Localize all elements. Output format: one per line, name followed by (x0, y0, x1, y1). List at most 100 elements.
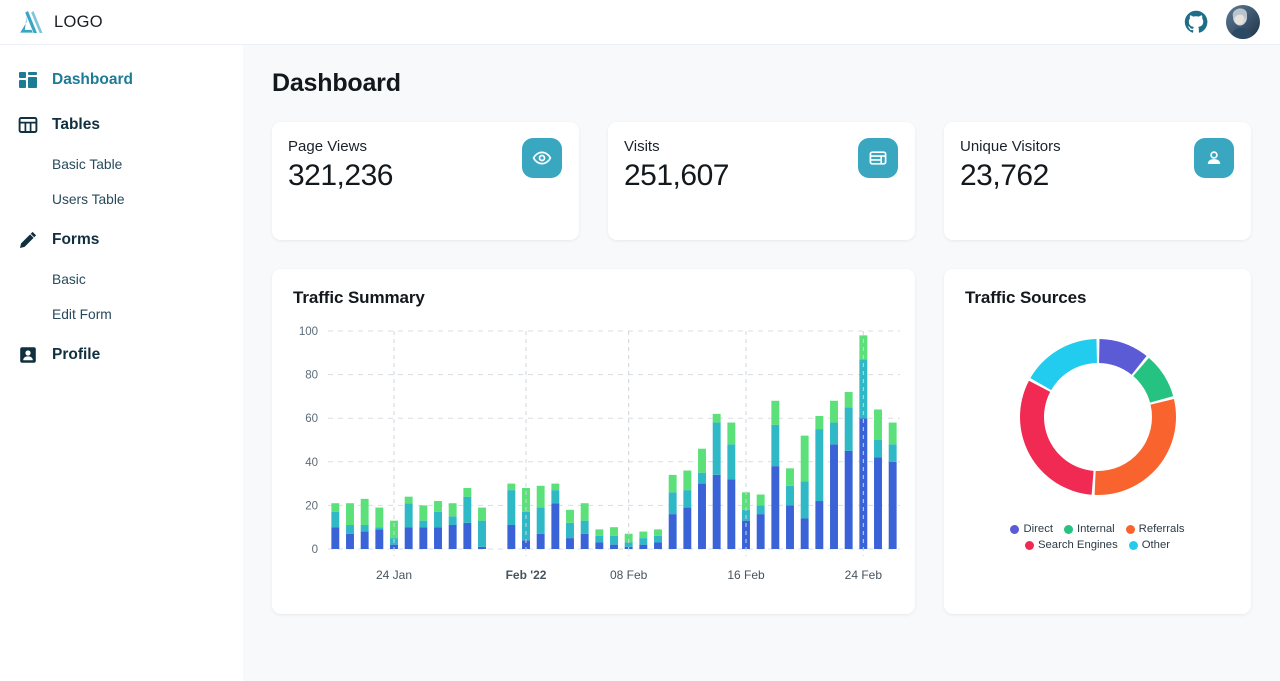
bar-segment[interactable] (331, 503, 339, 512)
bar-segment[interactable] (449, 516, 457, 525)
bar-segment[interactable] (419, 521, 427, 528)
bar-segment[interactable] (610, 527, 618, 536)
bar-segment[interactable] (683, 490, 691, 507)
sidebar-item-users-table[interactable]: Users Table (0, 182, 243, 217)
donut-slice[interactable] (1094, 399, 1175, 495)
bar-segment[interactable] (581, 534, 589, 549)
bar-segment[interactable] (771, 425, 779, 466)
bar-segment[interactable] (889, 444, 897, 461)
bar-segment[interactable] (830, 444, 838, 549)
bar-segment[interactable] (654, 536, 662, 543)
bar-segment[interactable] (581, 521, 589, 534)
bar-segment[interactable] (507, 525, 515, 549)
bar-segment[interactable] (727, 479, 735, 549)
bar-segment[interactable] (463, 497, 471, 523)
bar-segment[interactable] (683, 471, 691, 491)
bar-segment[interactable] (610, 545, 618, 549)
bar-segment[interactable] (551, 503, 559, 549)
bar-segment[interactable] (566, 523, 574, 538)
traffic-summary-bar-chart[interactable]: 02040608010024 JanFeb '2208 Feb16 Feb24 … (272, 317, 915, 607)
bar-segment[interactable] (815, 501, 823, 549)
bar-segment[interactable] (595, 542, 603, 549)
bar-segment[interactable] (595, 536, 603, 543)
bar-segment[interactable] (757, 495, 765, 506)
bar-segment[interactable] (654, 542, 662, 549)
bar-segment[interactable] (771, 466, 779, 549)
bar-segment[interactable] (845, 407, 853, 451)
bar-segment[interactable] (346, 525, 354, 534)
bar-segment[interactable] (815, 416, 823, 429)
bar-segment[interactable] (639, 532, 647, 539)
donut-legend-item[interactable]: Other (1129, 539, 1170, 551)
bar-segment[interactable] (434, 501, 442, 512)
bar-segment[interactable] (713, 475, 721, 549)
sidebar-item-profile[interactable]: Profile (0, 332, 243, 377)
bar-segment[interactable] (449, 525, 457, 549)
bar-segment[interactable] (830, 423, 838, 445)
bar-segment[interactable] (449, 503, 457, 516)
bar-segment[interactable] (537, 508, 545, 534)
bar-segment[interactable] (801, 436, 809, 482)
bar-segment[interactable] (786, 468, 794, 485)
bar-segment[interactable] (801, 518, 809, 549)
bar-segment[interactable] (551, 490, 559, 503)
bar-segment[interactable] (698, 484, 706, 549)
bar-segment[interactable] (375, 527, 383, 529)
bar-segment[interactable] (346, 534, 354, 549)
bar-segment[interactable] (331, 527, 339, 549)
donut-slice[interactable] (1020, 381, 1094, 495)
bar-segment[interactable] (669, 475, 677, 492)
sidebar-item-forms[interactable]: Forms (0, 217, 243, 262)
bar-segment[interactable] (786, 505, 794, 549)
sidebar-item-tables[interactable]: Tables (0, 102, 243, 147)
sidebar-item-edit-form[interactable]: Edit Form (0, 297, 243, 332)
bar-segment[interactable] (507, 490, 515, 525)
bar-segment[interactable] (419, 527, 427, 549)
bar-segment[interactable] (610, 536, 618, 545)
visits-icon-badge[interactable] (858, 138, 898, 178)
bar-segment[interactable] (874, 440, 882, 457)
bar-segment[interactable] (801, 481, 809, 518)
bar-segment[interactable] (683, 508, 691, 549)
bar-segment[interactable] (361, 525, 369, 532)
github-icon[interactable] (1184, 10, 1208, 34)
traffic-sources-donut-chart[interactable] (998, 317, 1198, 517)
bar-segment[interactable] (669, 492, 677, 514)
sidebar-item-basic[interactable]: Basic (0, 262, 243, 297)
bar-segment[interactable] (361, 532, 369, 549)
bar-segment[interactable] (757, 514, 765, 549)
bar-segment[interactable] (727, 444, 735, 479)
bar-segment[interactable] (639, 545, 647, 549)
bar-segment[interactable] (419, 505, 427, 520)
donut-legend-item[interactable]: Referrals (1126, 523, 1185, 535)
brand[interactable]: LOGO (18, 10, 103, 34)
bar-segment[interactable] (815, 429, 823, 501)
bar-segment[interactable] (713, 423, 721, 475)
bar-segment[interactable] (625, 542, 633, 546)
sidebar-item-dashboard[interactable]: Dashboard (0, 57, 243, 102)
bar-segment[interactable] (698, 449, 706, 473)
bar-segment[interactable] (757, 505, 765, 514)
bar-segment[interactable] (830, 401, 838, 423)
bar-segment[interactable] (331, 512, 339, 527)
bar-segment[interactable] (698, 473, 706, 484)
bar-segment[interactable] (478, 508, 486, 521)
bar-segment[interactable] (434, 512, 442, 527)
bar-segment[interactable] (463, 523, 471, 549)
bar-segment[interactable] (434, 527, 442, 549)
bar-segment[interactable] (478, 547, 486, 549)
bar-segment[interactable] (405, 497, 413, 504)
bar-segment[interactable] (889, 462, 897, 549)
bar-segment[interactable] (727, 423, 735, 445)
bar-segment[interactable] (537, 486, 545, 508)
donut-legend-item[interactable]: Direct (1010, 523, 1053, 535)
bar-segment[interactable] (845, 392, 853, 407)
donut-legend-item[interactable]: Search Engines (1025, 539, 1118, 551)
bar-segment[interactable] (889, 423, 897, 445)
bar-segment[interactable] (595, 529, 603, 536)
bar-segment[interactable] (713, 414, 721, 423)
bar-segment[interactable] (669, 514, 677, 549)
bar-segment[interactable] (874, 409, 882, 440)
bar-segment[interactable] (551, 484, 559, 491)
bar-segment[interactable] (405, 527, 413, 549)
